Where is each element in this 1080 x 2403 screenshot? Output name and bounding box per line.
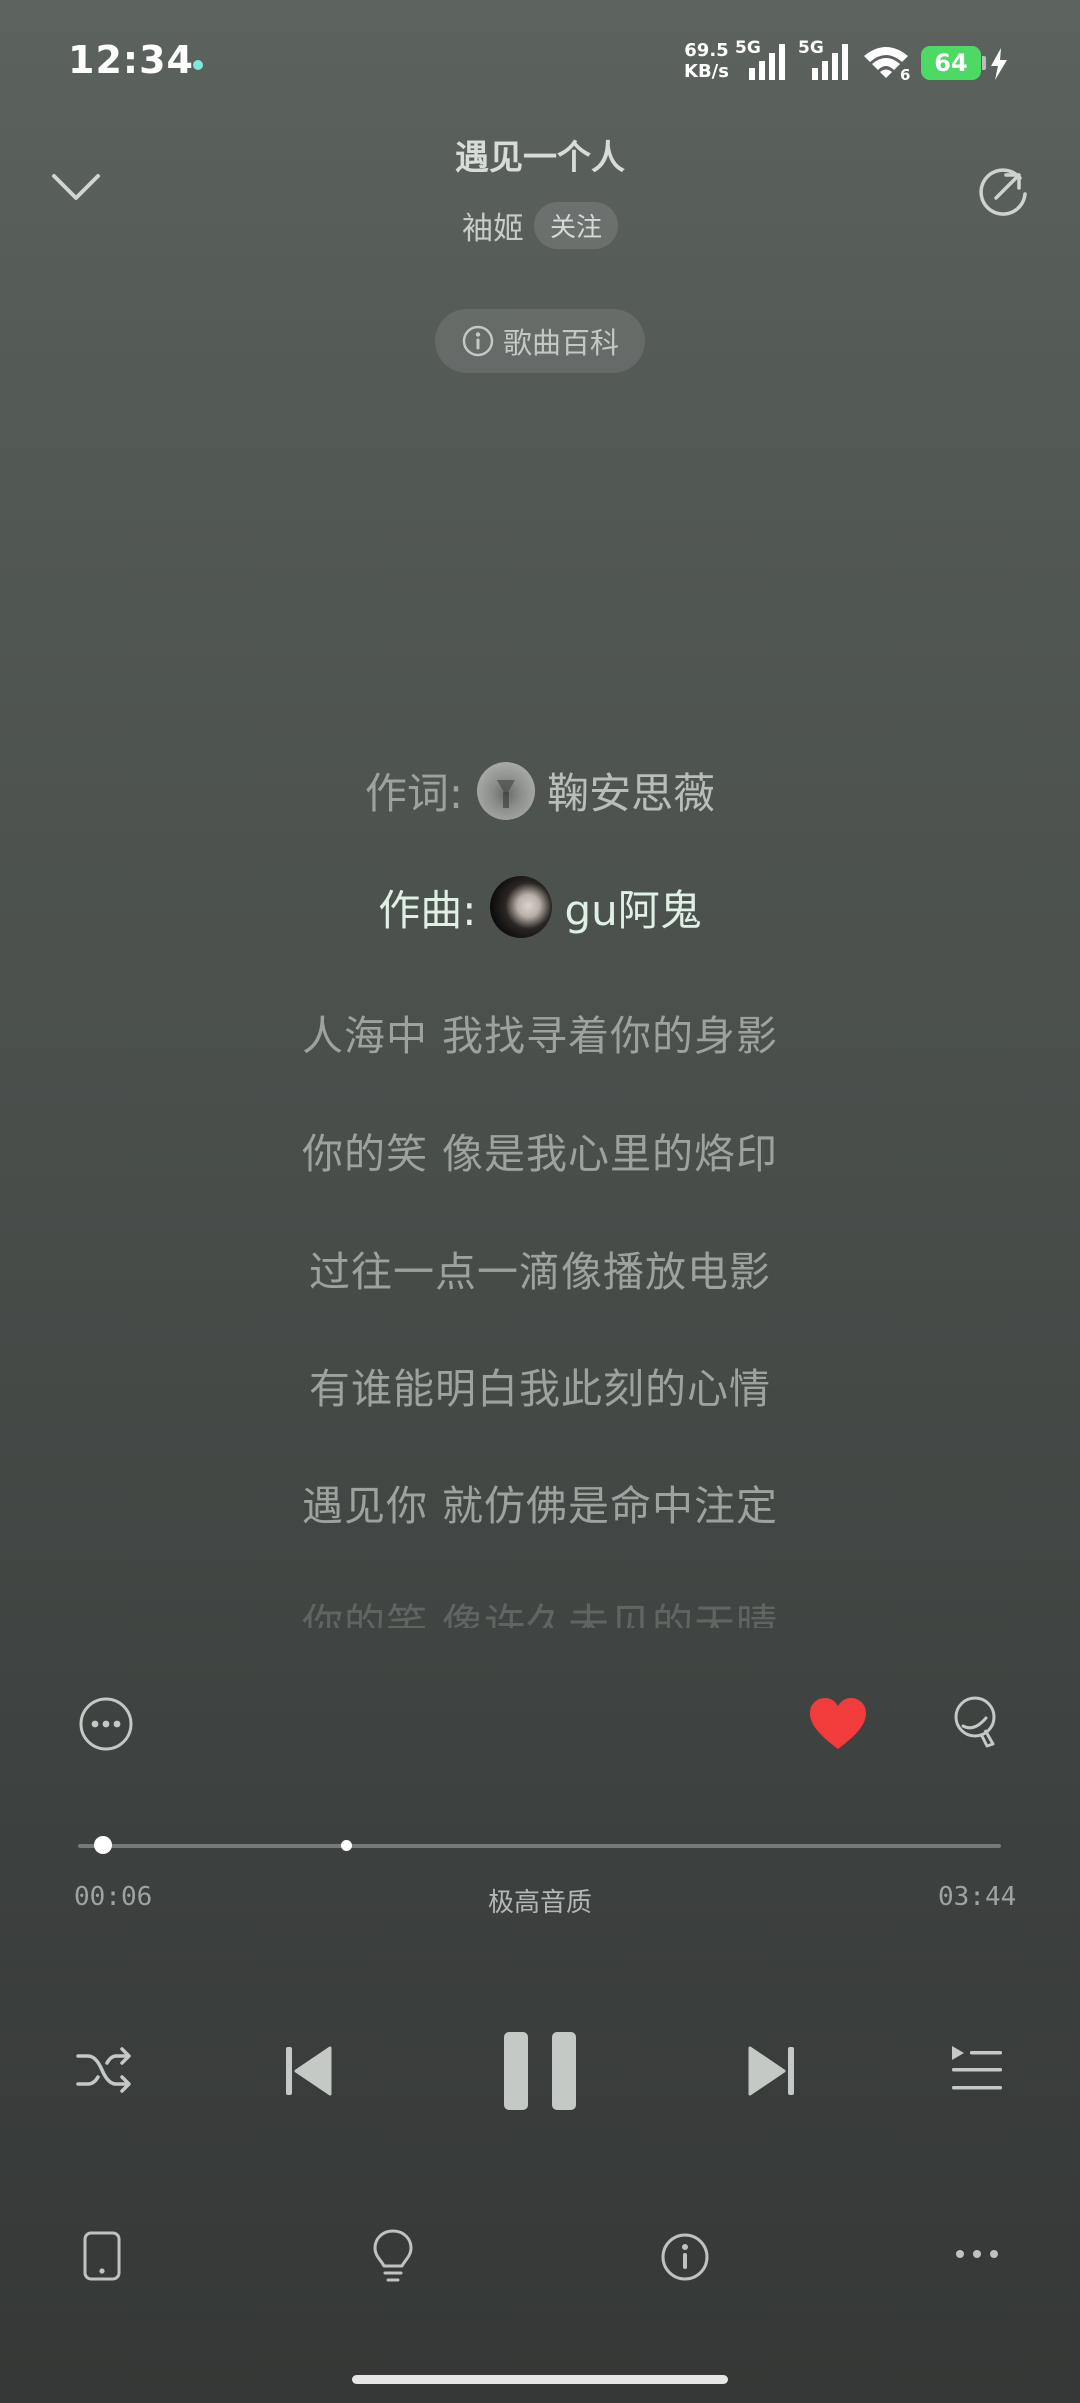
song-wiki-label: 歌曲百科 (502, 326, 619, 360)
lyric-line[interactable]: 你的笑 像许久未见的天晴 (0, 1590, 1080, 1628)
artist-row: 袖姬 关注 (0, 202, 1080, 249)
lyricist-credit: 作词: 鞠安思薇 (0, 760, 1080, 821)
total-time: 03:44 (938, 1882, 1017, 1912)
battery-level: 64 (934, 49, 968, 77)
composer-avatar[interactable] (490, 876, 553, 938)
progress-track[interactable] (78, 1844, 1001, 1848)
follow-button[interactable]: 关注 (533, 202, 618, 249)
lyricist-name[interactable]: 鞠安思薇 (547, 760, 715, 821)
next-icon[interactable] (746, 2044, 796, 2098)
wifi-status: 6 (862, 44, 916, 84)
lyric-line[interactable]: 有谁能明白我此刻的心情 (0, 1355, 1080, 1415)
network-speed: 69.5 KB/s (684, 40, 729, 82)
status-time: 12:34 (68, 38, 194, 82)
home-indicator[interactable] (352, 2375, 728, 2384)
pause-icon[interactable] (502, 2030, 578, 2112)
network-speed-value: 69.5 (684, 40, 729, 61)
info-icon[interactable] (660, 2232, 710, 2282)
song-title: 遇见一个人 (455, 138, 625, 178)
progress-marker (341, 1840, 352, 1851)
lyric-line[interactable]: 遇见你 就仿佛是命中注定 (0, 1472, 1080, 1532)
device-icon[interactable] (82, 2230, 122, 2282)
more-circle-icon[interactable] (78, 1696, 134, 1752)
playlist-icon[interactable] (950, 2044, 1004, 2094)
composer-name[interactable]: gu阿鬼 (564, 877, 701, 938)
previous-icon[interactable] (284, 2044, 334, 2098)
lyric-line[interactable]: 你的笑 像是我心里的烙印 (0, 1120, 1080, 1180)
progress-thumb[interactable] (93, 1836, 112, 1854)
info-icon (462, 325, 494, 357)
signal-bars-icon (812, 44, 848, 80)
charging-bolt-icon (991, 48, 1007, 80)
composer-label: 作曲: (378, 885, 477, 935)
shuffle-icon[interactable] (74, 2044, 134, 2096)
composer-credit: 作曲: gu阿鬼 (0, 876, 1080, 938)
lightbulb-icon[interactable] (372, 2228, 414, 2284)
lyricist-label: 作词: (364, 769, 464, 818)
song-wiki-button[interactable]: 歌曲百科 (435, 309, 645, 373)
battery-indicator: 64 (921, 46, 981, 80)
heart-icon[interactable] (808, 1696, 868, 1752)
lyricist-avatar[interactable] (477, 761, 536, 820)
battery-tip (982, 56, 986, 70)
comment-icon[interactable] (952, 1696, 1006, 1756)
lyric-line[interactable]: 人海中 我找寻着你的身影 (0, 1002, 1080, 1062)
avatar (497, 779, 516, 808)
more-dots-icon[interactable] (952, 2246, 1002, 2262)
artist-name[interactable]: 袖姬 (462, 203, 524, 248)
lyric-line[interactable]: 过往一点一滴像播放电影 (0, 1238, 1080, 1298)
quality-button[interactable]: 极高音质 (0, 1882, 1080, 1919)
notification-dot (193, 60, 203, 70)
sim2-signal: 5G (798, 38, 858, 84)
network-speed-unit: KB/s (684, 61, 729, 82)
wifi-label: 6 (900, 66, 911, 84)
sim1-signal: 5G (735, 38, 795, 84)
signal-bars-icon (749, 44, 785, 80)
